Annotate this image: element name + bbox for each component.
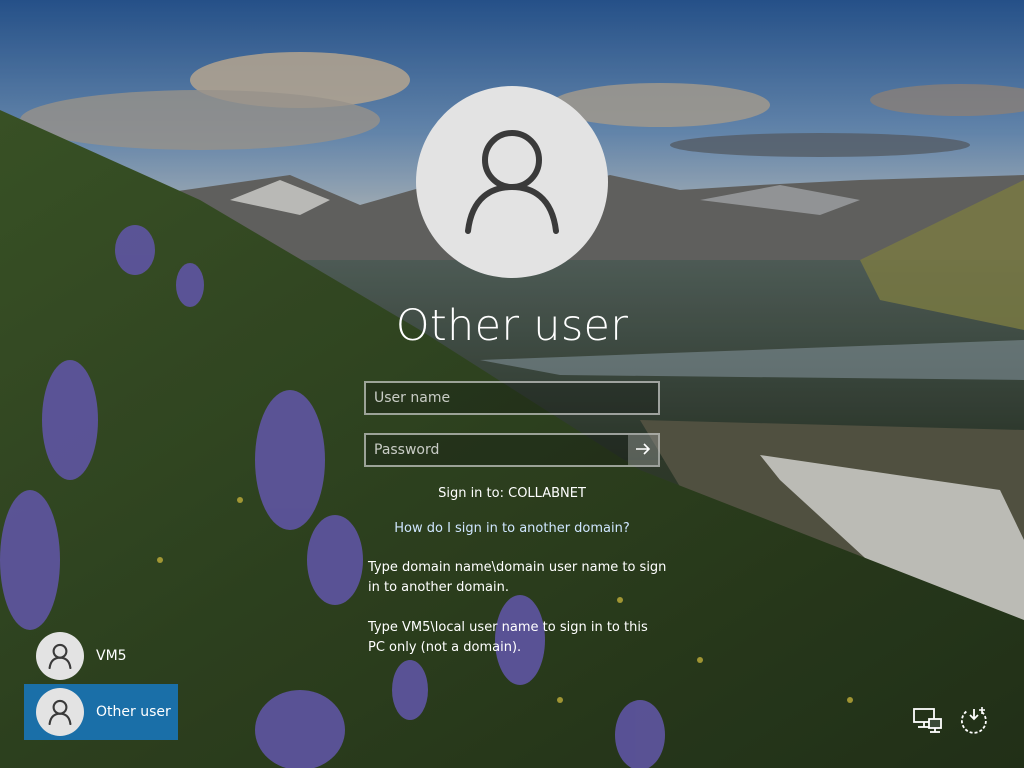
ease-of-access-icon	[958, 705, 990, 741]
sign-in-help-text: Type domain name\domain user name to sig…	[368, 558, 668, 678]
network-icon	[912, 707, 944, 739]
help-text-domain: Type domain name\domain user name to sig…	[368, 560, 667, 595]
submit-button[interactable]	[628, 435, 658, 465]
user-tile-other-user[interactable]: Other user	[24, 684, 178, 740]
password-input[interactable]	[364, 433, 660, 467]
username-input[interactable]	[364, 381, 660, 415]
user-icon	[462, 125, 562, 239]
arrow-right-icon	[635, 441, 651, 460]
ease-of-access-button[interactable]	[957, 706, 991, 740]
password-field-group	[364, 433, 660, 467]
user-tile-label: VM5	[96, 648, 127, 664]
user-avatar-large	[416, 86, 608, 278]
user-icon	[36, 688, 84, 736]
user-icon	[36, 632, 84, 680]
selected-user-name: Other user	[395, 301, 629, 351]
help-text-local: Type VM5\local user name to sign in to t…	[368, 620, 648, 655]
sign-in-domain-label: Sign in to: COLLABNET	[438, 486, 586, 501]
network-button[interactable]	[911, 706, 945, 740]
lock-screen: Other user Sign in to: COLLABNET How do …	[0, 0, 1024, 768]
user-tile-label: Other user	[96, 704, 171, 720]
other-domain-help-link[interactable]: How do I sign in to another domain?	[312, 521, 712, 536]
user-tile-vm5[interactable]: VM5	[24, 628, 178, 684]
